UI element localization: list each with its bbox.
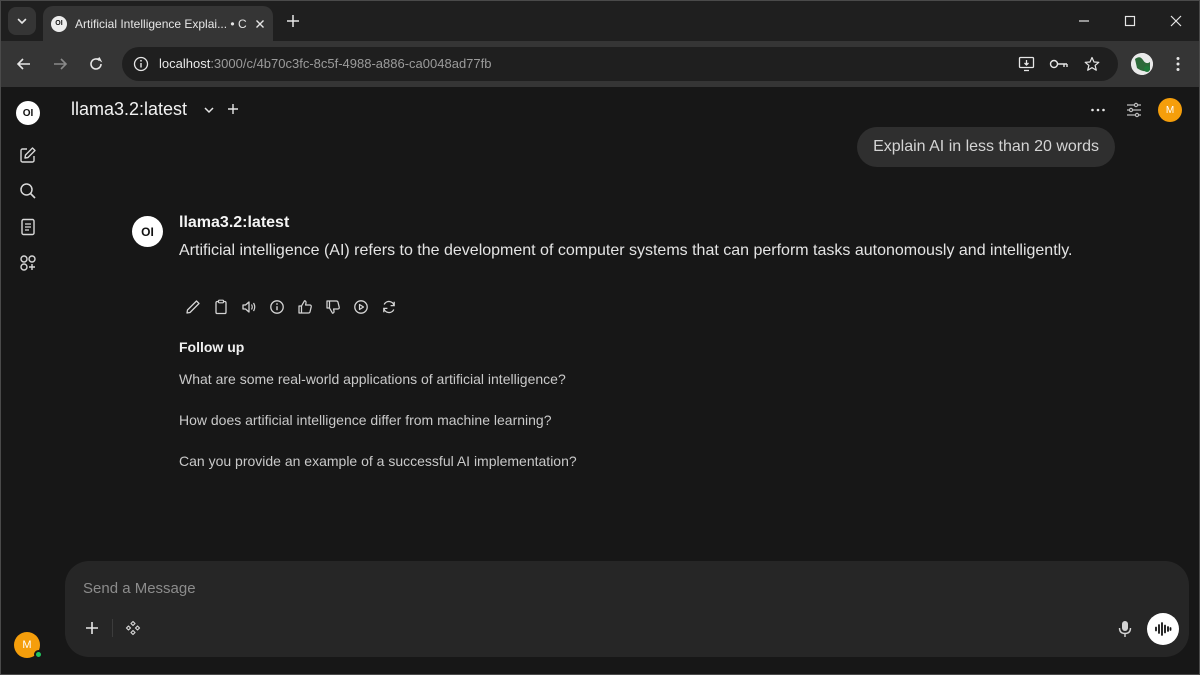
info-icon [133,56,149,72]
read-aloud-button[interactable] [239,297,259,317]
follow-up-suggestion[interactable]: What are some real-world applications of… [179,371,566,387]
reload-button[interactable] [84,52,108,76]
follow-up-heading: Follow up [179,339,245,355]
workspace-icon [20,255,36,271]
generation-info-button[interactable] [267,297,287,317]
message-composer [65,561,1189,657]
more-horizontal-icon [1091,108,1105,112]
assistant-message: Artificial intelligence (AI) refers to t… [179,242,1073,259]
follow-up-suggestion[interactable]: How does artificial intelligence differ … [179,412,551,428]
forward-button[interactable] [48,52,72,76]
tab-title: Artificial Intelligence Explai... • C [75,16,247,31]
search-icon [20,183,36,199]
password-key-button[interactable] [1048,53,1070,75]
minimize-button[interactable] [1061,1,1107,41]
clipboard-icon [215,299,227,315]
url-path: :3000/c/4b70c3fc-8c5f-4988-a886-ca0048ad… [210,56,492,71]
tab-favicon: OI [51,15,67,32]
good-response-button[interactable] [295,297,315,317]
workspace-button[interactable] [18,253,38,273]
browser-toolbar: localhost:3000/c/4b70c3fc-8c5f-4988-a886… [1,41,1199,87]
sidebar: OI M [1,87,55,674]
continue-response-button[interactable] [351,297,371,317]
thumbs-up-icon [298,300,312,314]
microphone-icon [1118,621,1132,637]
edit-button[interactable] [183,297,203,317]
app-logo[interactable]: OI [16,101,40,125]
install-app-button[interactable] [1016,53,1038,75]
speaker-icon [242,301,256,313]
minimize-icon [1079,20,1089,22]
tab-search-button[interactable] [8,7,36,35]
url-text: localhost:3000/c/4b70c3fc-8c5f-4988-a886… [159,56,491,71]
refresh-icon [383,300,395,314]
browser-tab[interactable]: OI Artificial Intelligence Explai... • C [43,6,273,41]
controls-button[interactable] [1123,99,1145,121]
browser-menu-button[interactable] [1167,53,1189,75]
new-chat-button[interactable] [18,145,38,165]
add-model-button[interactable] [225,101,241,117]
header-user-avatar[interactable]: M [1158,98,1182,122]
star-icon [1084,56,1100,71]
chevron-down-icon [17,18,27,25]
maximize-icon [1124,15,1136,27]
back-button[interactable] [12,52,36,76]
assistant-name: llama3.2:latest [179,214,290,231]
plus-icon [228,104,238,114]
browser-profile-avatar[interactable] [1131,53,1153,75]
chevron-down-icon [204,107,214,114]
maximize-button[interactable] [1107,1,1153,41]
address-bar[interactable]: localhost:3000/c/4b70c3fc-8c5f-4988-a886… [122,47,1118,81]
url-host: localhost [159,56,211,71]
notes-button[interactable] [18,217,38,237]
audio-wave-icon [1155,622,1172,636]
user-message: Explain AI in less than 20 words [857,127,1115,167]
voice-mode-button[interactable] [1147,613,1179,645]
notes-icon [21,218,35,236]
model-selector[interactable]: llama3.2:latest [71,99,187,120]
bad-response-button[interactable] [323,297,343,317]
browser-window: OI Artificial Intelligence Explai... • C [0,0,1200,675]
play-circle-icon [354,300,368,314]
reload-icon [90,57,103,70]
arrow-right-icon [54,58,68,70]
close-icon [256,19,264,28]
message-actions [183,297,407,317]
profile-icon [1131,53,1153,75]
new-chat-icon [20,147,36,163]
thumbs-down-icon [326,300,340,314]
message-input[interactable] [83,575,983,601]
sliders-icon [1127,102,1141,118]
plus-icon [287,15,299,27]
arrow-left-icon [16,58,30,70]
dictate-button[interactable] [1113,617,1137,641]
bookmark-button[interactable] [1081,53,1103,75]
attach-button[interactable] [80,616,104,640]
more-vertical-icon [1176,57,1180,71]
copy-button[interactable] [211,297,231,317]
model-dropdown-button[interactable] [201,102,217,118]
info-icon [270,300,284,314]
key-icon [1049,59,1068,69]
pencil-icon [186,300,200,314]
new-tab-button[interactable] [282,10,304,32]
close-window-button[interactable] [1153,1,1199,41]
site-info-button[interactable] [130,53,152,75]
search-button[interactable] [18,181,38,201]
integrations-button[interactable] [121,616,145,640]
tab-close-button[interactable] [251,15,269,33]
online-status-dot [34,650,43,659]
install-icon [1018,56,1035,72]
tab-strip: OI Artificial Intelligence Explai... • C [1,1,1199,41]
composer-divider [112,619,113,637]
integrations-icon [125,620,141,636]
follow-up-suggestion[interactable]: Can you provide an example of a successf… [179,453,577,469]
plus-icon [86,622,98,634]
chat-menu-button[interactable] [1087,99,1109,121]
chat-app: OI M llama3.2:latest M Explain AI in les… [1,87,1199,674]
close-icon [1170,15,1182,27]
regenerate-button[interactable] [379,297,399,317]
assistant-avatar: OI [132,216,163,247]
